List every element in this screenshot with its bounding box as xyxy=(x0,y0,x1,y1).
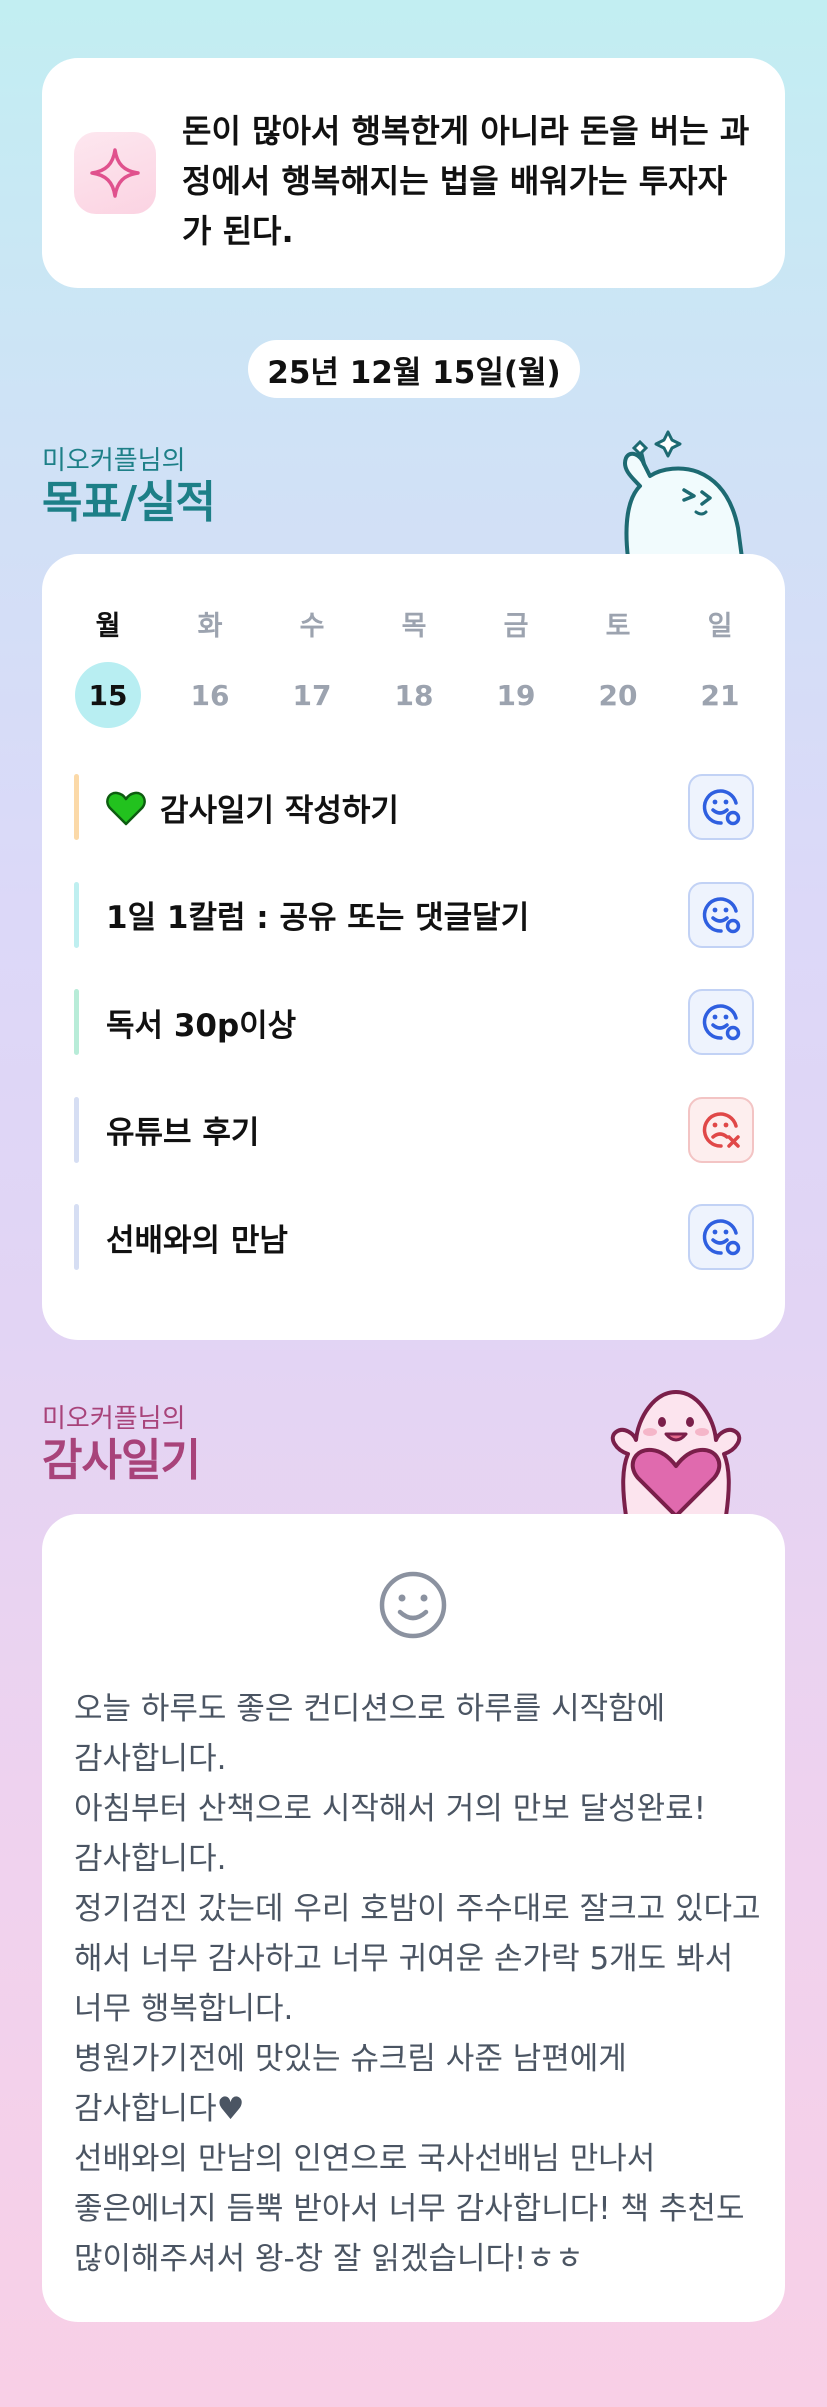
goals-card: 월 15 화 16 수 17 목 18 금 19 토 20 일 21 감사일기 작성하기 1일 1칼럼 : … xyxy=(42,554,785,1340)
goal-label-text: 선배와의 만남 xyxy=(106,1222,288,1259)
goal-label: 1일 1칼럼 : 공유 또는 댓글달기 xyxy=(106,882,529,948)
gratitude-entry-text: 오늘 하루도 좋은 컨디션으로 하루를 시작함에 감사합니다. 아침부터 산책으… xyxy=(74,1691,761,2277)
goal-row[interactable]: 유튜브 후기 xyxy=(74,1096,754,1163)
date-pill[interactable]: 25년 12월 15일(월) xyxy=(248,340,580,398)
smile-done-icon xyxy=(702,896,741,933)
goal-label-text: 1일 1칼럼 : 공유 또는 댓글달기 xyxy=(106,900,530,936)
green-heart-icon xyxy=(106,791,146,825)
sparkle-badge xyxy=(74,132,156,214)
mascot-cheer-illustration xyxy=(623,430,744,558)
goal-label-text: 유튜브 후기 xyxy=(106,1115,260,1151)
selected-date[interactable]: 15 xyxy=(75,662,141,728)
goal-color-bar xyxy=(74,774,79,840)
weekday-label: 금 xyxy=(503,611,529,642)
weekday-label: 일 xyxy=(707,611,733,642)
goals-section-title: 목표/실적 xyxy=(42,477,216,528)
gratitude-card: 오늘 하루도 좋은 컨디션으로 하루를 시작함에 감사합니다. 아침부터 산책으… xyxy=(42,1514,785,2322)
goal-label: 선배와의 만남 xyxy=(106,1204,288,1270)
smile-face-icon[interactable] xyxy=(378,1570,448,1640)
goal-label: 감사일기 작성하기 xyxy=(106,774,399,840)
goal-color-bar xyxy=(74,881,79,948)
weekday-label: 수 xyxy=(299,611,325,642)
goal-color-bar xyxy=(74,1204,79,1270)
weekday-label: 목 xyxy=(401,611,427,642)
gratitude-section-title: 감사일기 xyxy=(42,1435,201,1486)
status-done-button[interactable] xyxy=(688,774,754,840)
date-cell[interactable]: 21 xyxy=(687,662,753,728)
quote-card: 돈이 많아서 행복한게 아니라 돈을 버는 과정에서 행복해지는 법을 배워가는… xyxy=(42,58,785,288)
sad-failed-icon xyxy=(702,1111,740,1148)
status-failed-button[interactable] xyxy=(688,1096,754,1163)
smile-done-icon xyxy=(702,1004,741,1041)
date-cell[interactable]: 18 xyxy=(381,662,447,728)
goal-row[interactable]: 독서 30p이상 xyxy=(74,989,754,1055)
goal-label-text: 감사일기 작성하기 xyxy=(160,792,399,829)
goal-row[interactable]: 감사일기 작성하기 xyxy=(74,774,754,840)
goal-label-text: 독서 30p이상 xyxy=(106,1007,297,1044)
goal-label: 유튜브 후기 xyxy=(106,1097,259,1163)
daily-quote: 돈이 많아서 행복한게 아니라 돈을 버는 과정에서 행복해지는 법을 배워가는… xyxy=(182,112,750,250)
date-cell[interactable]: 19 xyxy=(483,662,549,728)
sparkle-icon xyxy=(90,148,140,198)
goal-label: 독서 30p이상 xyxy=(106,989,296,1055)
smile-done-icon xyxy=(702,789,741,826)
weekday-label: 토 xyxy=(605,611,631,642)
goal-color-bar xyxy=(74,1096,79,1163)
status-done-button[interactable] xyxy=(688,1204,754,1270)
date-cell[interactable]: 20 xyxy=(585,662,651,728)
weekday-label: 월 xyxy=(95,611,121,642)
mascot-heart-illustration xyxy=(610,1390,742,1516)
date-cell[interactable]: 16 xyxy=(177,662,243,728)
weekday-label: 화 xyxy=(197,611,223,642)
status-done-button[interactable] xyxy=(688,881,754,948)
goal-row[interactable]: 선배와의 만남 xyxy=(74,1204,754,1270)
goal-color-bar xyxy=(74,989,79,1055)
date-cell[interactable]: 17 xyxy=(279,662,345,728)
smile-done-icon xyxy=(702,1219,741,1256)
goal-row[interactable]: 1일 1칼럼 : 공유 또는 댓글달기 xyxy=(74,881,754,948)
status-done-button[interactable] xyxy=(688,989,754,1055)
